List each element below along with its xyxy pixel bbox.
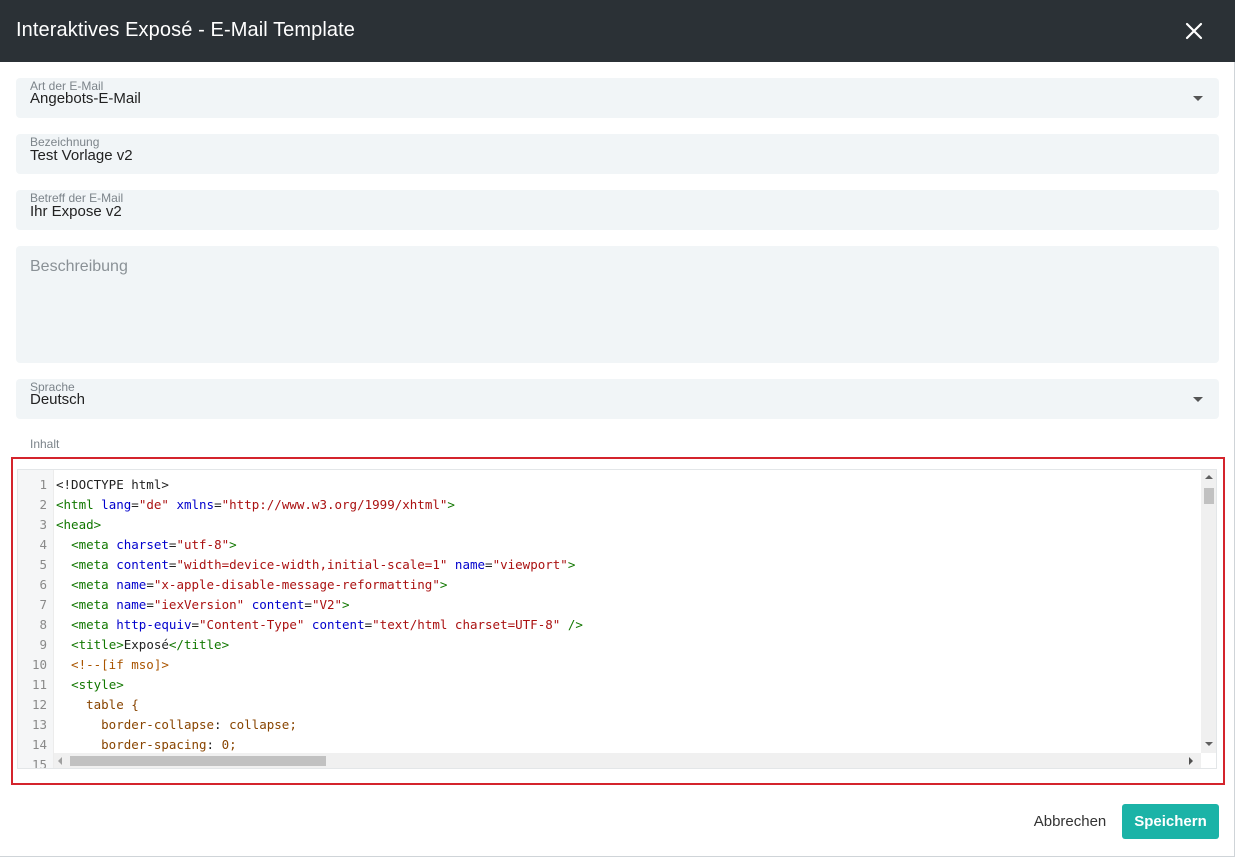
line-number: 13 xyxy=(31,717,47,732)
code-editor[interactable]: 1 2 3 4 5 6 7 8 9 10 11 12 13 14 15 <!DO… xyxy=(17,469,1217,769)
subject-field[interactable]: Betreff der E-Mail Ihr Expose v2 xyxy=(16,190,1219,230)
code-line: <!DOCTYPE html> xyxy=(56,477,169,492)
vertical-scrollbar[interactable] xyxy=(1201,470,1216,753)
line-number: 14 xyxy=(31,737,47,752)
dropdown-arrow-icon xyxy=(1193,96,1203,101)
vertical-scroll-thumb[interactable] xyxy=(1204,488,1214,504)
scroll-left-icon[interactable] xyxy=(58,757,62,765)
line-number: 15 xyxy=(31,757,47,769)
email-type-select[interactable]: Art der E-Mail Angebots-E-Mail xyxy=(16,78,1219,118)
dropdown-arrow-icon xyxy=(1193,397,1203,402)
scroll-right-icon[interactable] xyxy=(1189,757,1193,765)
close-icon[interactable] xyxy=(1182,19,1206,43)
code-line: <meta content="width=device-width,initia… xyxy=(71,557,576,572)
line-number: 4 xyxy=(39,537,47,552)
horizontal-scroll-thumb[interactable] xyxy=(70,756,326,766)
code-line: <meta name="iexVersion" content="V2"> xyxy=(71,597,350,612)
subject-value: Ihr Expose v2 xyxy=(30,203,122,220)
line-number: 7 xyxy=(39,597,47,612)
line-number: 2 xyxy=(39,497,47,512)
line-number: 10 xyxy=(31,657,47,672)
line-number-gutter: 1 2 3 4 5 6 7 8 9 10 11 12 13 14 15 xyxy=(18,470,54,769)
language-value: Deutsch xyxy=(30,391,86,408)
line-number: 3 xyxy=(39,517,47,532)
code-line: <meta charset="utf-8"> xyxy=(71,537,237,552)
cancel-button[interactable]: Abbrechen xyxy=(1027,804,1113,839)
code-line: <meta http-equiv="Content-Type" content=… xyxy=(71,617,583,632)
dialog-title: Interaktives Exposé - E-Mail Template xyxy=(16,19,356,41)
line-number: 9 xyxy=(39,637,47,652)
code-line: table { xyxy=(56,697,139,712)
line-number: 12 xyxy=(31,697,47,712)
language-select[interactable]: Sprache Deutsch xyxy=(16,379,1219,419)
save-button[interactable]: Speichern xyxy=(1122,804,1219,839)
code-line: <html lang="de" xmlns="http://www.w3.org… xyxy=(56,497,455,512)
email-template-dialog: Interaktives Exposé - E-Mail Template Ar… xyxy=(0,0,1235,857)
line-number: 5 xyxy=(39,557,47,572)
description-textarea[interactable]: Beschreibung xyxy=(16,246,1219,363)
scroll-down-icon[interactable] xyxy=(1205,742,1213,746)
line-number: 11 xyxy=(31,677,47,692)
code-line: border-spacing: 0; xyxy=(101,737,237,752)
dialog-titlebar: Interaktives Exposé - E-Mail Template xyxy=(0,0,1235,62)
content-label: Inhalt xyxy=(30,437,60,451)
line-number: 6 xyxy=(39,577,47,592)
description-placeholder: Beschreibung xyxy=(30,258,128,275)
line-number: 8 xyxy=(39,617,47,632)
code-line: border-collapse: collapse; xyxy=(101,717,297,732)
code-line: <title>Exposé</title> xyxy=(71,637,230,652)
email-type-value: Angebots-E-Mail xyxy=(30,90,141,107)
horizontal-scrollbar[interactable] xyxy=(54,753,1201,768)
code-line: <!--[if mso]> xyxy=(56,657,169,672)
code-line: <head> xyxy=(56,517,102,532)
scroll-up-icon[interactable] xyxy=(1205,475,1213,479)
designation-value: Test Vorlage v2 xyxy=(30,147,133,164)
code-line: <style> xyxy=(71,677,124,692)
code-line: <meta name="x-apple-disable-message-refo… xyxy=(71,577,448,592)
line-number: 1 xyxy=(39,477,47,492)
designation-field[interactable]: Bezeichnung Test Vorlage v2 xyxy=(16,134,1219,174)
